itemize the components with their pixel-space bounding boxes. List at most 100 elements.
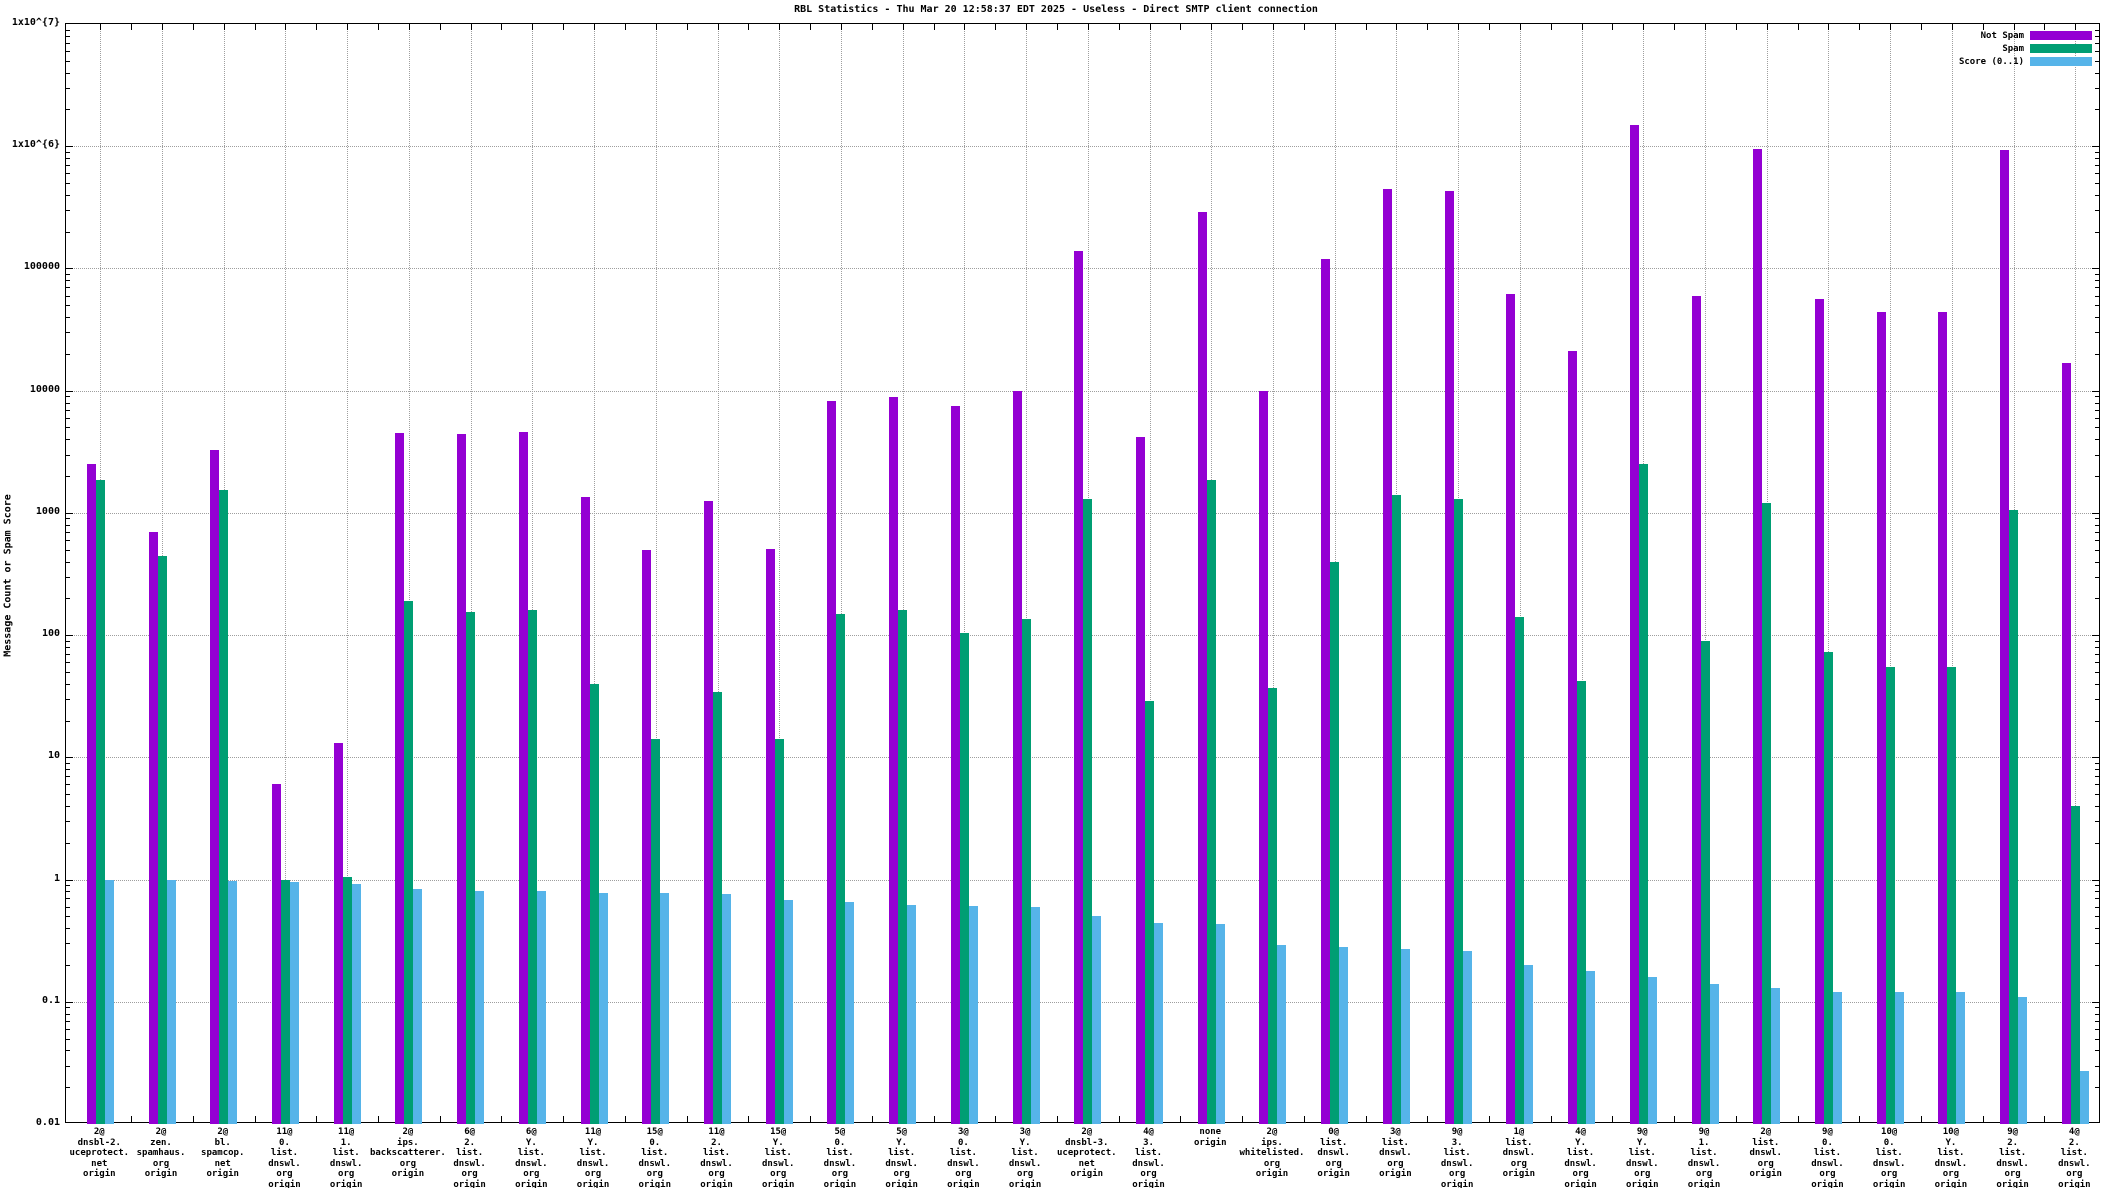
y-minor-tick (66, 1021, 70, 1022)
x-major-tick (1396, 24, 1397, 30)
chart-title: RBL Statistics - Thu Mar 20 12:58:37 EDT… (0, 4, 2112, 15)
bar-not-spam (210, 450, 219, 1124)
y-minor-tick (2095, 776, 2099, 777)
x-minor-tick (316, 1116, 317, 1122)
x-minor-tick (316, 24, 317, 30)
y-minor-tick (2095, 410, 2099, 411)
x-minor-tick (995, 24, 996, 30)
bar-spam (158, 556, 167, 1124)
bar-score-0-1 (845, 902, 854, 1124)
y-minor-tick (66, 806, 70, 807)
x-minor-tick (748, 1116, 749, 1122)
y-minor-tick (66, 891, 70, 892)
x-minor-tick (1242, 24, 1243, 30)
y-minor-tick (66, 439, 70, 440)
x-minor-tick (1551, 1116, 1552, 1122)
x-minor-tick (1304, 1116, 1305, 1122)
x-minor-tick (1242, 1116, 1243, 1122)
bar-spam (96, 480, 105, 1124)
bar-spam (1577, 681, 1586, 1124)
bar-not-spam (1630, 125, 1639, 1124)
bar-score-0-1 (1710, 984, 1719, 1124)
y-major-tick (66, 757, 73, 758)
bar-spam (960, 633, 969, 1124)
y-minor-tick (66, 641, 70, 642)
y-tick-label: 1x10^{7} (0, 18, 60, 28)
y-minor-tick (2095, 1087, 2099, 1088)
y-minor-tick (2095, 1066, 2099, 1067)
x-major-tick (1273, 24, 1274, 30)
x-minor-tick (872, 24, 873, 30)
x-minor-tick (440, 1116, 441, 1122)
y-minor-tick (66, 821, 70, 822)
x-minor-tick (1057, 24, 1058, 30)
y-minor-tick (66, 61, 70, 62)
x-major-tick (1211, 24, 1212, 30)
legend-label-spam: Spam (2002, 44, 2024, 54)
y-minor-tick (2095, 684, 2099, 685)
y-minor-tick (2095, 195, 2099, 196)
x-minor-tick (1859, 1116, 1860, 1122)
x-major-tick (903, 24, 904, 30)
y-minor-tick (2095, 1050, 2099, 1051)
x-major-tick (656, 24, 657, 30)
y-minor-tick (2095, 403, 2099, 404)
y-minor-tick (2095, 280, 2099, 281)
bar-spam (898, 610, 907, 1124)
bar-spam (1392, 495, 1401, 1124)
x-minor-tick (501, 24, 502, 30)
y-minor-tick (66, 965, 70, 966)
x-minor-tick (563, 1116, 564, 1122)
y-minor-tick (2095, 1039, 2099, 1040)
y-minor-tick (2095, 598, 2099, 599)
y-tick-label: 10000 (0, 385, 60, 395)
y-tick-label: 100 (0, 629, 60, 639)
y-minor-tick (2095, 550, 2099, 551)
y-minor-tick (66, 928, 70, 929)
y-minor-tick (66, 403, 70, 404)
x-major-tick (532, 24, 533, 30)
x-minor-tick (1612, 24, 1613, 30)
x-major-tick (224, 24, 225, 30)
x-minor-tick (625, 24, 626, 30)
y-minor-tick (66, 684, 70, 685)
y-minor-tick (66, 1007, 70, 1008)
y-minor-tick (2095, 784, 2099, 785)
y-minor-tick (66, 410, 70, 411)
y-minor-tick (2095, 317, 2099, 318)
x-major-tick (1643, 24, 1644, 30)
x-minor-tick (1921, 24, 1922, 30)
y-minor-tick (2095, 943, 2099, 944)
bar-not-spam (519, 432, 528, 1124)
x-major-tick (1150, 24, 1151, 30)
y-minor-tick (2095, 769, 2099, 770)
bar-spam (651, 739, 660, 1124)
y-minor-tick (66, 784, 70, 785)
y-minor-tick (2095, 891, 2099, 892)
y-minor-tick (66, 88, 70, 89)
y-minor-tick (66, 794, 70, 795)
y-minor-tick (2095, 699, 2099, 700)
bar-spam (1762, 503, 1771, 1124)
y-minor-tick (2095, 476, 2099, 477)
y-minor-tick (66, 532, 70, 533)
bar-not-spam (1383, 189, 1392, 1124)
x-minor-tick (255, 24, 256, 30)
y-minor-tick (2095, 36, 2099, 37)
y-minor-tick (2095, 427, 2099, 428)
y-minor-tick (66, 30, 70, 31)
bar-score-0-1 (599, 893, 608, 1124)
x-minor-tick (934, 24, 935, 30)
x-minor-tick (1366, 24, 1367, 30)
bar-not-spam (1074, 251, 1083, 1124)
bar-not-spam (87, 464, 96, 1124)
y-minor-tick (2095, 274, 2099, 275)
bar-score-0-1 (1771, 988, 1780, 1124)
y-minor-tick (66, 1050, 70, 1051)
y-major-tick (66, 146, 73, 147)
y-minor-tick (66, 427, 70, 428)
y-minor-tick (66, 36, 70, 37)
y-minor-tick (2095, 907, 2099, 908)
legend-label-score: Score (0..1) (1959, 57, 2024, 67)
y-minor-tick (66, 1039, 70, 1040)
